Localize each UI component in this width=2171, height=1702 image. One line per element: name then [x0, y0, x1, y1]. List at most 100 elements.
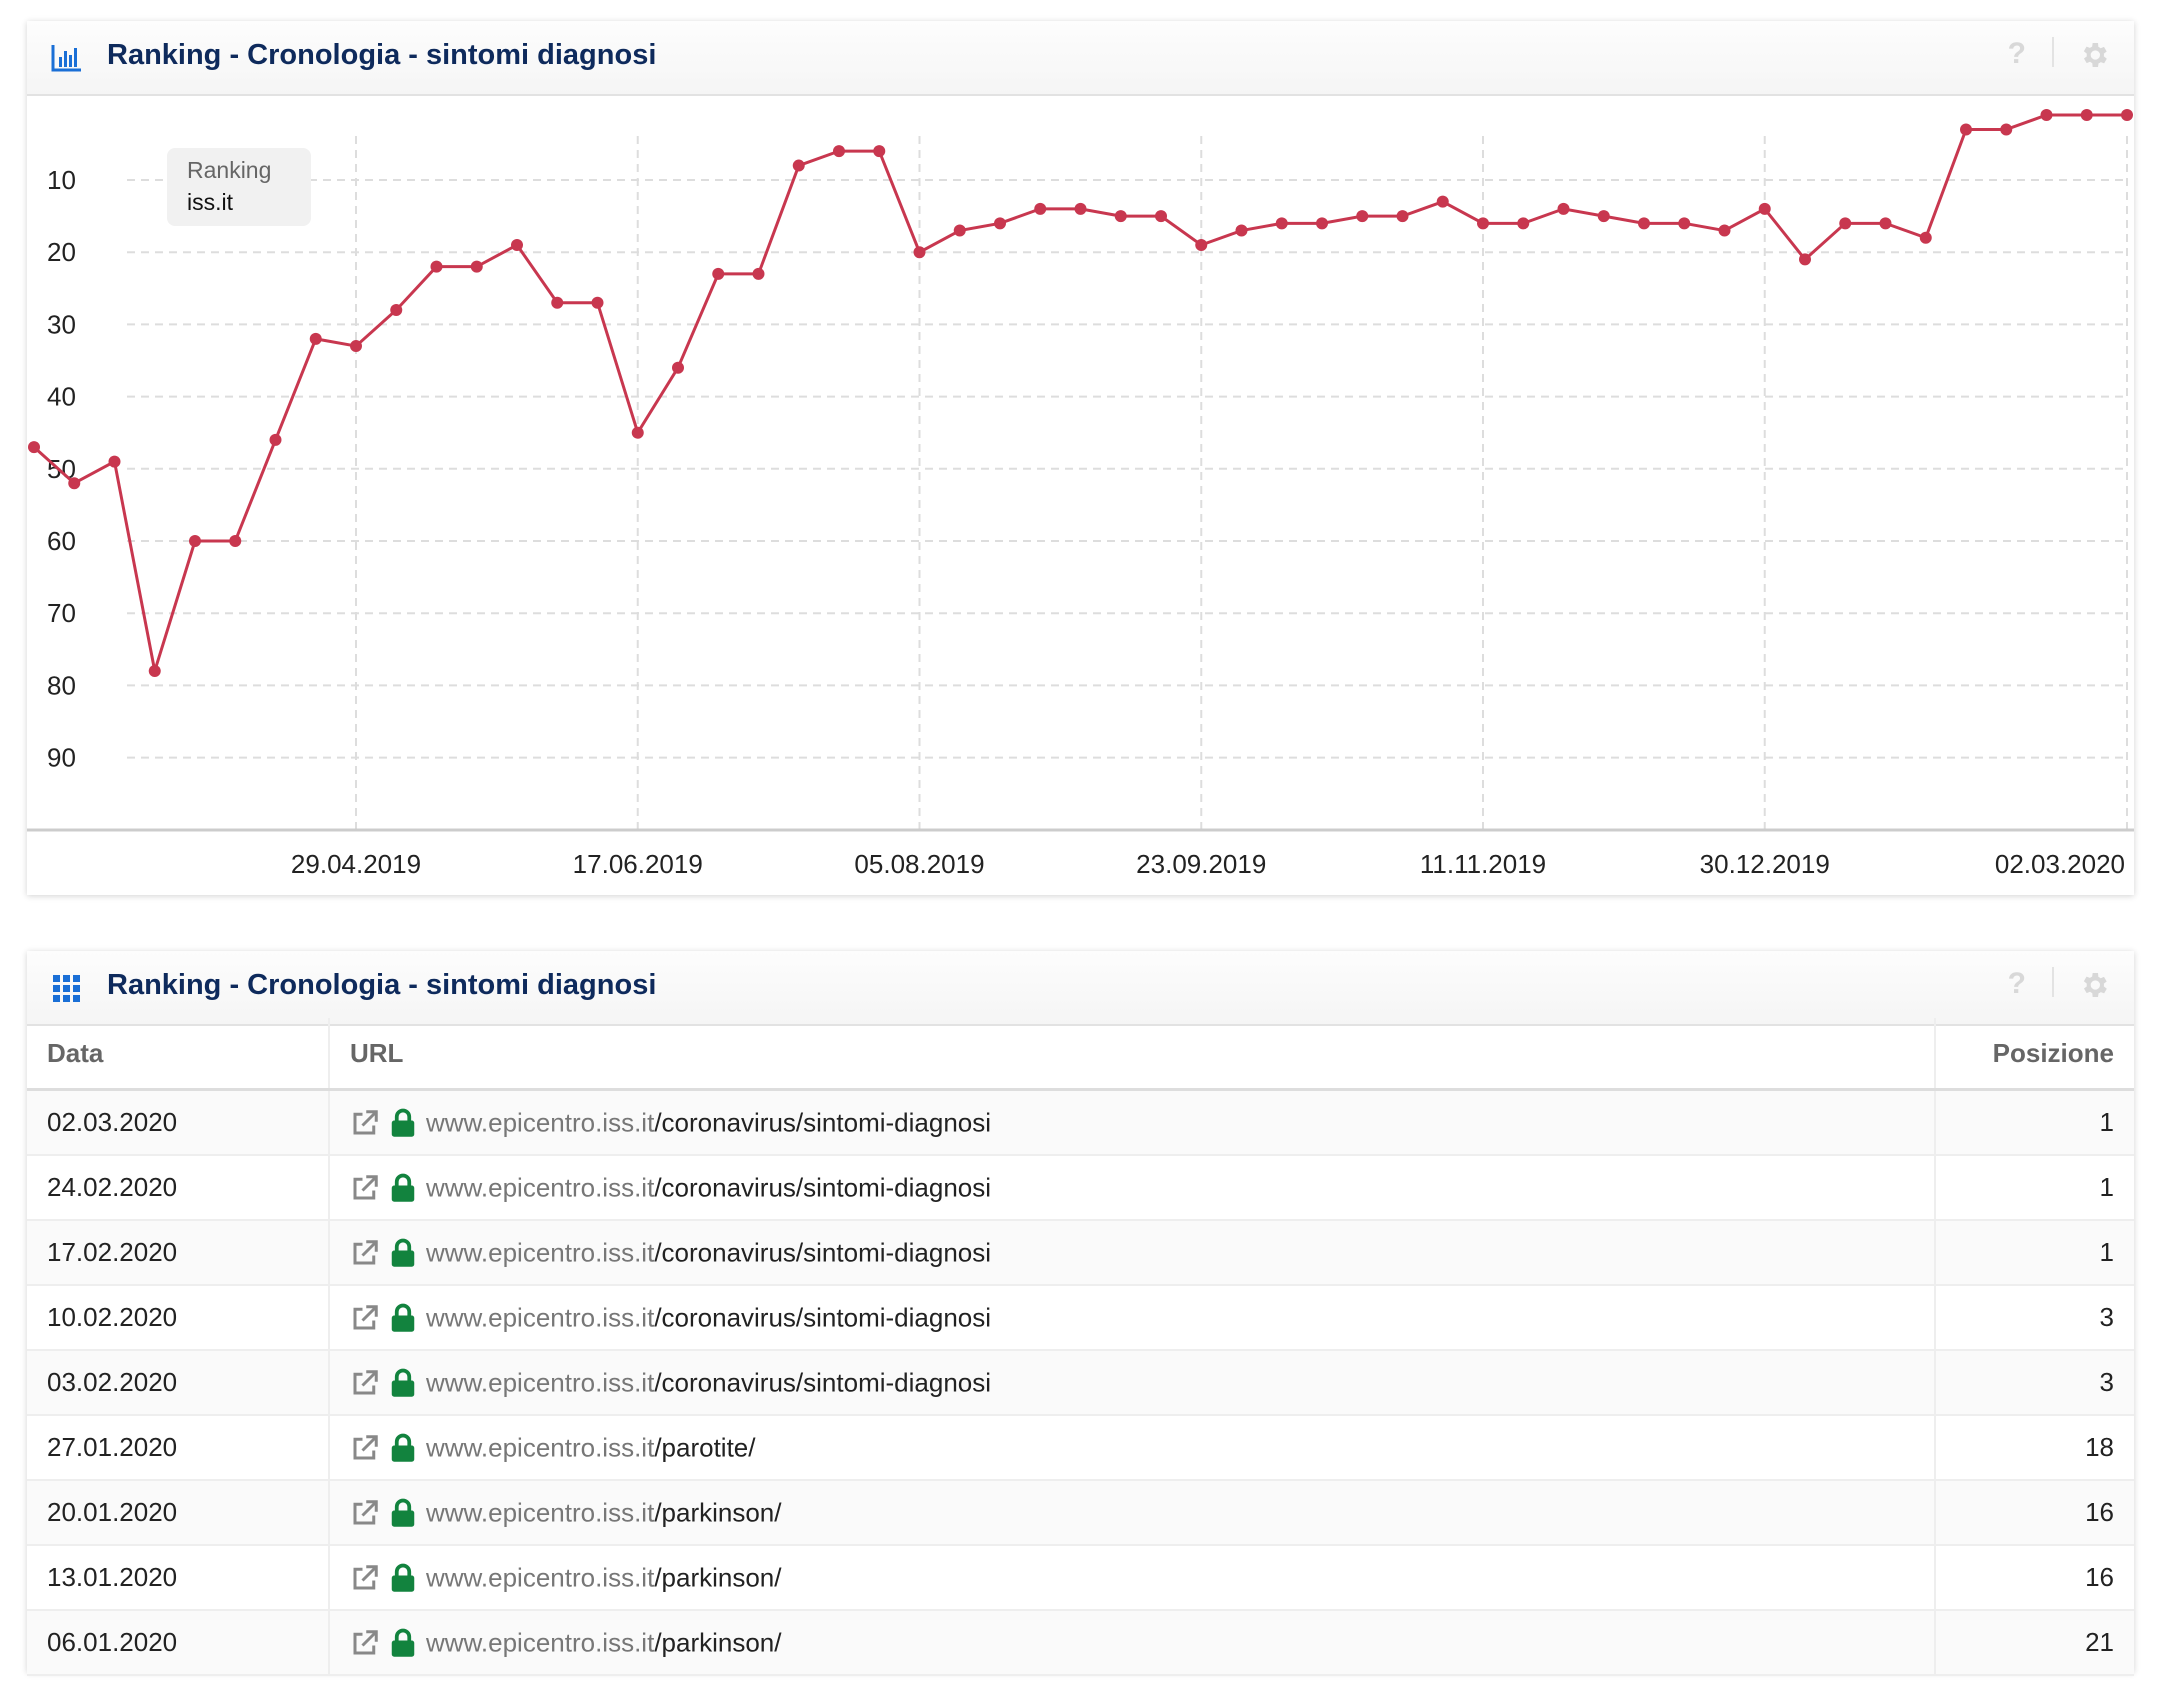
data-point	[1638, 217, 1650, 230]
row-date: 24.02.2020	[27, 1155, 330, 1221]
data-point	[1517, 217, 1530, 230]
data-point	[1678, 217, 1691, 230]
data-point	[1799, 253, 1811, 266]
y-tick-label: 30	[47, 309, 76, 339]
legend-title: Ranking	[187, 157, 272, 183]
external-link-icon[interactable]	[350, 1628, 380, 1658]
row-url: www.epicentro.iss.it/coronavirus/sintomi…	[329, 1155, 1936, 1221]
external-link-icon[interactable]	[350, 1368, 380, 1398]
url-host: www.epicentro.iss.it	[426, 1432, 655, 1463]
data-point	[350, 340, 362, 353]
data-point	[953, 224, 966, 237]
lock-icon	[391, 1173, 415, 1203]
data-point	[189, 535, 201, 547]
url-link[interactable]: www.epicentro.iss.it/parkinson/	[426, 1498, 782, 1528]
url-path: /parotite/	[654, 1432, 756, 1463]
external-link-icon[interactable]	[350, 1303, 380, 1333]
url-link[interactable]: www.epicentro.iss.it/coronavirus/sintomi…	[426, 1108, 991, 1138]
grid-icon	[53, 975, 80, 1002]
header-divider	[2052, 37, 2054, 67]
series-line	[32, 113, 2127, 672]
data-point	[1477, 217, 1489, 230]
legend-series: iss.it	[187, 189, 233, 215]
table-row: 27.01.2020 www.epicentro.iss.it/parotite/…	[27, 1415, 2134, 1481]
gear-icon[interactable]	[2078, 969, 2110, 1001]
data-point	[2080, 109, 2093, 122]
data-point	[28, 441, 40, 454]
data-point	[752, 267, 765, 280]
row-url: www.epicentro.iss.it/coronavirus/sintomi…	[329, 1220, 1936, 1286]
data-point	[68, 477, 81, 490]
help-icon[interactable]: ?	[2008, 967, 2026, 1001]
y-tick-label: 90	[47, 743, 76, 773]
data-point	[148, 664, 161, 677]
row-url: www.epicentro.iss.it/parotite/	[329, 1415, 1936, 1481]
column-header-date[interactable]: Data	[27, 1018, 330, 1091]
data-point	[1114, 210, 1127, 223]
url-link[interactable]: www.epicentro.iss.it/coronavirus/sintomi…	[426, 1303, 991, 1333]
data-point	[1919, 231, 1932, 244]
ranking-table-panel: Ranking - Cronologia - sintomi diagnosi …	[27, 951, 2134, 1676]
data-point	[1074, 202, 1087, 215]
data-point	[1275, 217, 1288, 230]
url-host: www.epicentro.iss.it	[426, 1627, 655, 1658]
x-tick-label: 02.03.2020	[1995, 849, 2125, 879]
ranking-chart-panel: 10 20 30 40 50 60 70 80 90 29.04.2019 17.06.2019 05…	[27, 21, 2134, 895]
row-url: www.epicentro.iss.it/parkinson/	[329, 1480, 1936, 1546]
data-point	[511, 238, 523, 251]
url-link[interactable]: www.epicentro.iss.it/parkinson/	[426, 1628, 782, 1658]
row-position: 3	[1935, 1285, 2134, 1351]
x-tick-label: 23.09.2019	[1136, 849, 1266, 879]
row-date: 27.01.2020	[27, 1415, 330, 1481]
row-url: www.epicentro.iss.it/coronavirus/sintomi…	[329, 1285, 1936, 1351]
x-tick-label: 29.04.2019	[291, 849, 421, 879]
url-link[interactable]: www.epicentro.iss.it/parkinson/	[426, 1563, 782, 1593]
data-point	[1718, 224, 1731, 237]
lock-icon	[391, 1628, 415, 1658]
url-link[interactable]: www.epicentro.iss.it/coronavirus/sintomi…	[426, 1368, 991, 1398]
row-url: www.epicentro.iss.it/coronavirus/sintomi…	[329, 1350, 1936, 1416]
external-link-icon[interactable]	[350, 1433, 380, 1463]
data-point	[1356, 210, 1369, 223]
data-point	[913, 246, 926, 259]
y-tick-label: 40	[47, 382, 76, 412]
lock-icon	[391, 1238, 415, 1268]
data-point	[591, 296, 604, 309]
url-link[interactable]: www.epicentro.iss.it/parotite/	[426, 1433, 755, 1463]
url-link[interactable]: www.epicentro.iss.it/coronavirus/sintomi…	[426, 1173, 991, 1203]
data-point	[873, 145, 886, 158]
table-row: 10.02.2020 www.epicentro.iss.it/coronavir…	[27, 1285, 2134, 1351]
row-url: www.epicentro.iss.it/coronavirus/sintomi…	[329, 1089, 1936, 1156]
external-link-icon[interactable]	[350, 1238, 380, 1268]
help-icon[interactable]: ?	[2008, 37, 2026, 71]
data-point	[1557, 202, 1570, 215]
data-point	[792, 159, 805, 172]
data-point	[551, 296, 564, 309]
external-link-icon[interactable]	[350, 1563, 380, 1593]
gear-icon[interactable]	[2078, 39, 2110, 71]
column-header-url[interactable]: URL	[329, 1018, 1936, 1091]
x-tick-label: 05.08.2019	[854, 849, 984, 879]
data-point	[1235, 224, 1248, 237]
y-tick-label: 80	[47, 670, 76, 700]
external-link-icon[interactable]	[350, 1108, 380, 1138]
data-point	[1597, 210, 1610, 223]
table-panel-title: Ranking - Cronologia - sintomi diagnosi	[107, 969, 657, 1001]
table-row: 13.01.2020 www.epicentro.iss.it/parkinson…	[27, 1545, 2134, 1611]
data-point	[1758, 202, 1771, 215]
y-tick-label: 60	[47, 526, 76, 556]
header-divider	[2052, 967, 2054, 997]
row-date: 02.03.2020	[27, 1089, 330, 1156]
table-row: 06.01.2020 www.epicentro.iss.it/parkinson…	[27, 1610, 2134, 1676]
external-link-icon[interactable]	[350, 1498, 380, 1528]
column-header-position[interactable]: Posizione	[1935, 1018, 2134, 1091]
data-point	[994, 217, 1006, 230]
table-row: 20.01.2020 www.epicentro.iss.it/parkinson…	[27, 1480, 2134, 1546]
external-link-icon[interactable]	[350, 1173, 380, 1203]
row-date: 03.02.2020	[27, 1350, 330, 1416]
url-link[interactable]: www.epicentro.iss.it/coronavirus/sintomi…	[426, 1238, 991, 1268]
data-point	[1839, 217, 1852, 230]
url-host: www.epicentro.iss.it	[426, 1497, 655, 1528]
url-path: /parkinson/	[654, 1627, 782, 1658]
bar-chart-icon	[51, 45, 81, 72]
